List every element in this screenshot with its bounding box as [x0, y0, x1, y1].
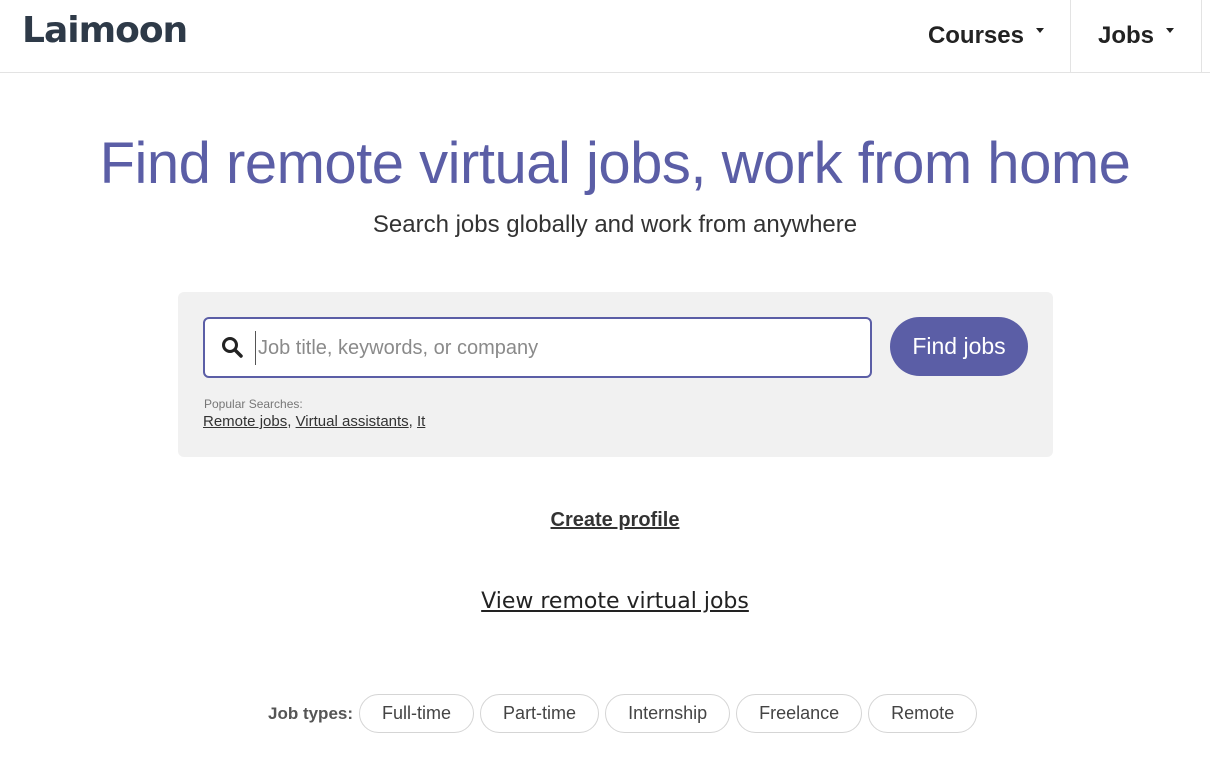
search-box[interactable] — [203, 317, 872, 378]
nav-courses[interactable]: Courses — [901, 0, 1071, 72]
view-jobs-container: View remote virtual jobs — [480, 588, 750, 616]
top-navbar: Laimoon Courses Jobs — [0, 0, 1210, 73]
separator: , — [287, 413, 296, 430]
logo[interactable]: Laimoon — [22, 10, 188, 51]
job-type-chip-full-time[interactable]: Full-time — [359, 694, 475, 733]
search-input[interactable] — [255, 331, 855, 365]
view-remote-jobs-link[interactable]: View remote virtual jobs — [481, 589, 749, 614]
search-panel: Find jobs Popular Searches: Remote jobs,… — [178, 292, 1053, 457]
job-type-chip-part-time[interactable]: Part-time — [480, 694, 600, 733]
nav-jobs[interactable]: Jobs — [1071, 0, 1202, 72]
job-type-chip-freelance[interactable]: Freelance — [736, 694, 863, 733]
chevron-down-icon — [1035, 27, 1044, 33]
create-profile-link[interactable]: Create profile — [551, 509, 680, 531]
nav-jobs-label: Jobs — [1097, 22, 1154, 49]
chevron-down-icon — [1166, 27, 1174, 33]
page-title: Find remote virtual jobs, work from home — [99, 131, 1131, 196]
popular-link-virtual-assistants[interactable]: Virtual assistants — [296, 413, 409, 430]
job-type-chip-internship[interactable]: Internship — [605, 694, 731, 733]
job-type-chip-remote[interactable]: Remote — [868, 694, 978, 733]
job-types-bar: Job types: Full-time Part-time Internshi… — [268, 694, 983, 733]
create-profile-container: Create profile — [0, 509, 1210, 532]
find-jobs-button[interactable]: Find jobs — [890, 317, 1028, 376]
main-nav: Courses Jobs — [901, 0, 1202, 72]
nav-courses-label: Courses — [927, 22, 1024, 49]
popular-link-it[interactable]: It — [417, 413, 425, 430]
popular-link-remote-jobs[interactable]: Remote jobs — [203, 413, 287, 430]
separator: , — [408, 413, 418, 430]
popular-searches-label: Popular Searches: — [204, 397, 303, 411]
search-icon — [222, 337, 243, 358]
job-types-label: Job types: — [268, 703, 354, 723]
page-subtitle: Search jobs globally and work from anywh… — [372, 211, 858, 238]
popular-searches: Remote jobs, Virtual assistants, It — [203, 413, 425, 430]
